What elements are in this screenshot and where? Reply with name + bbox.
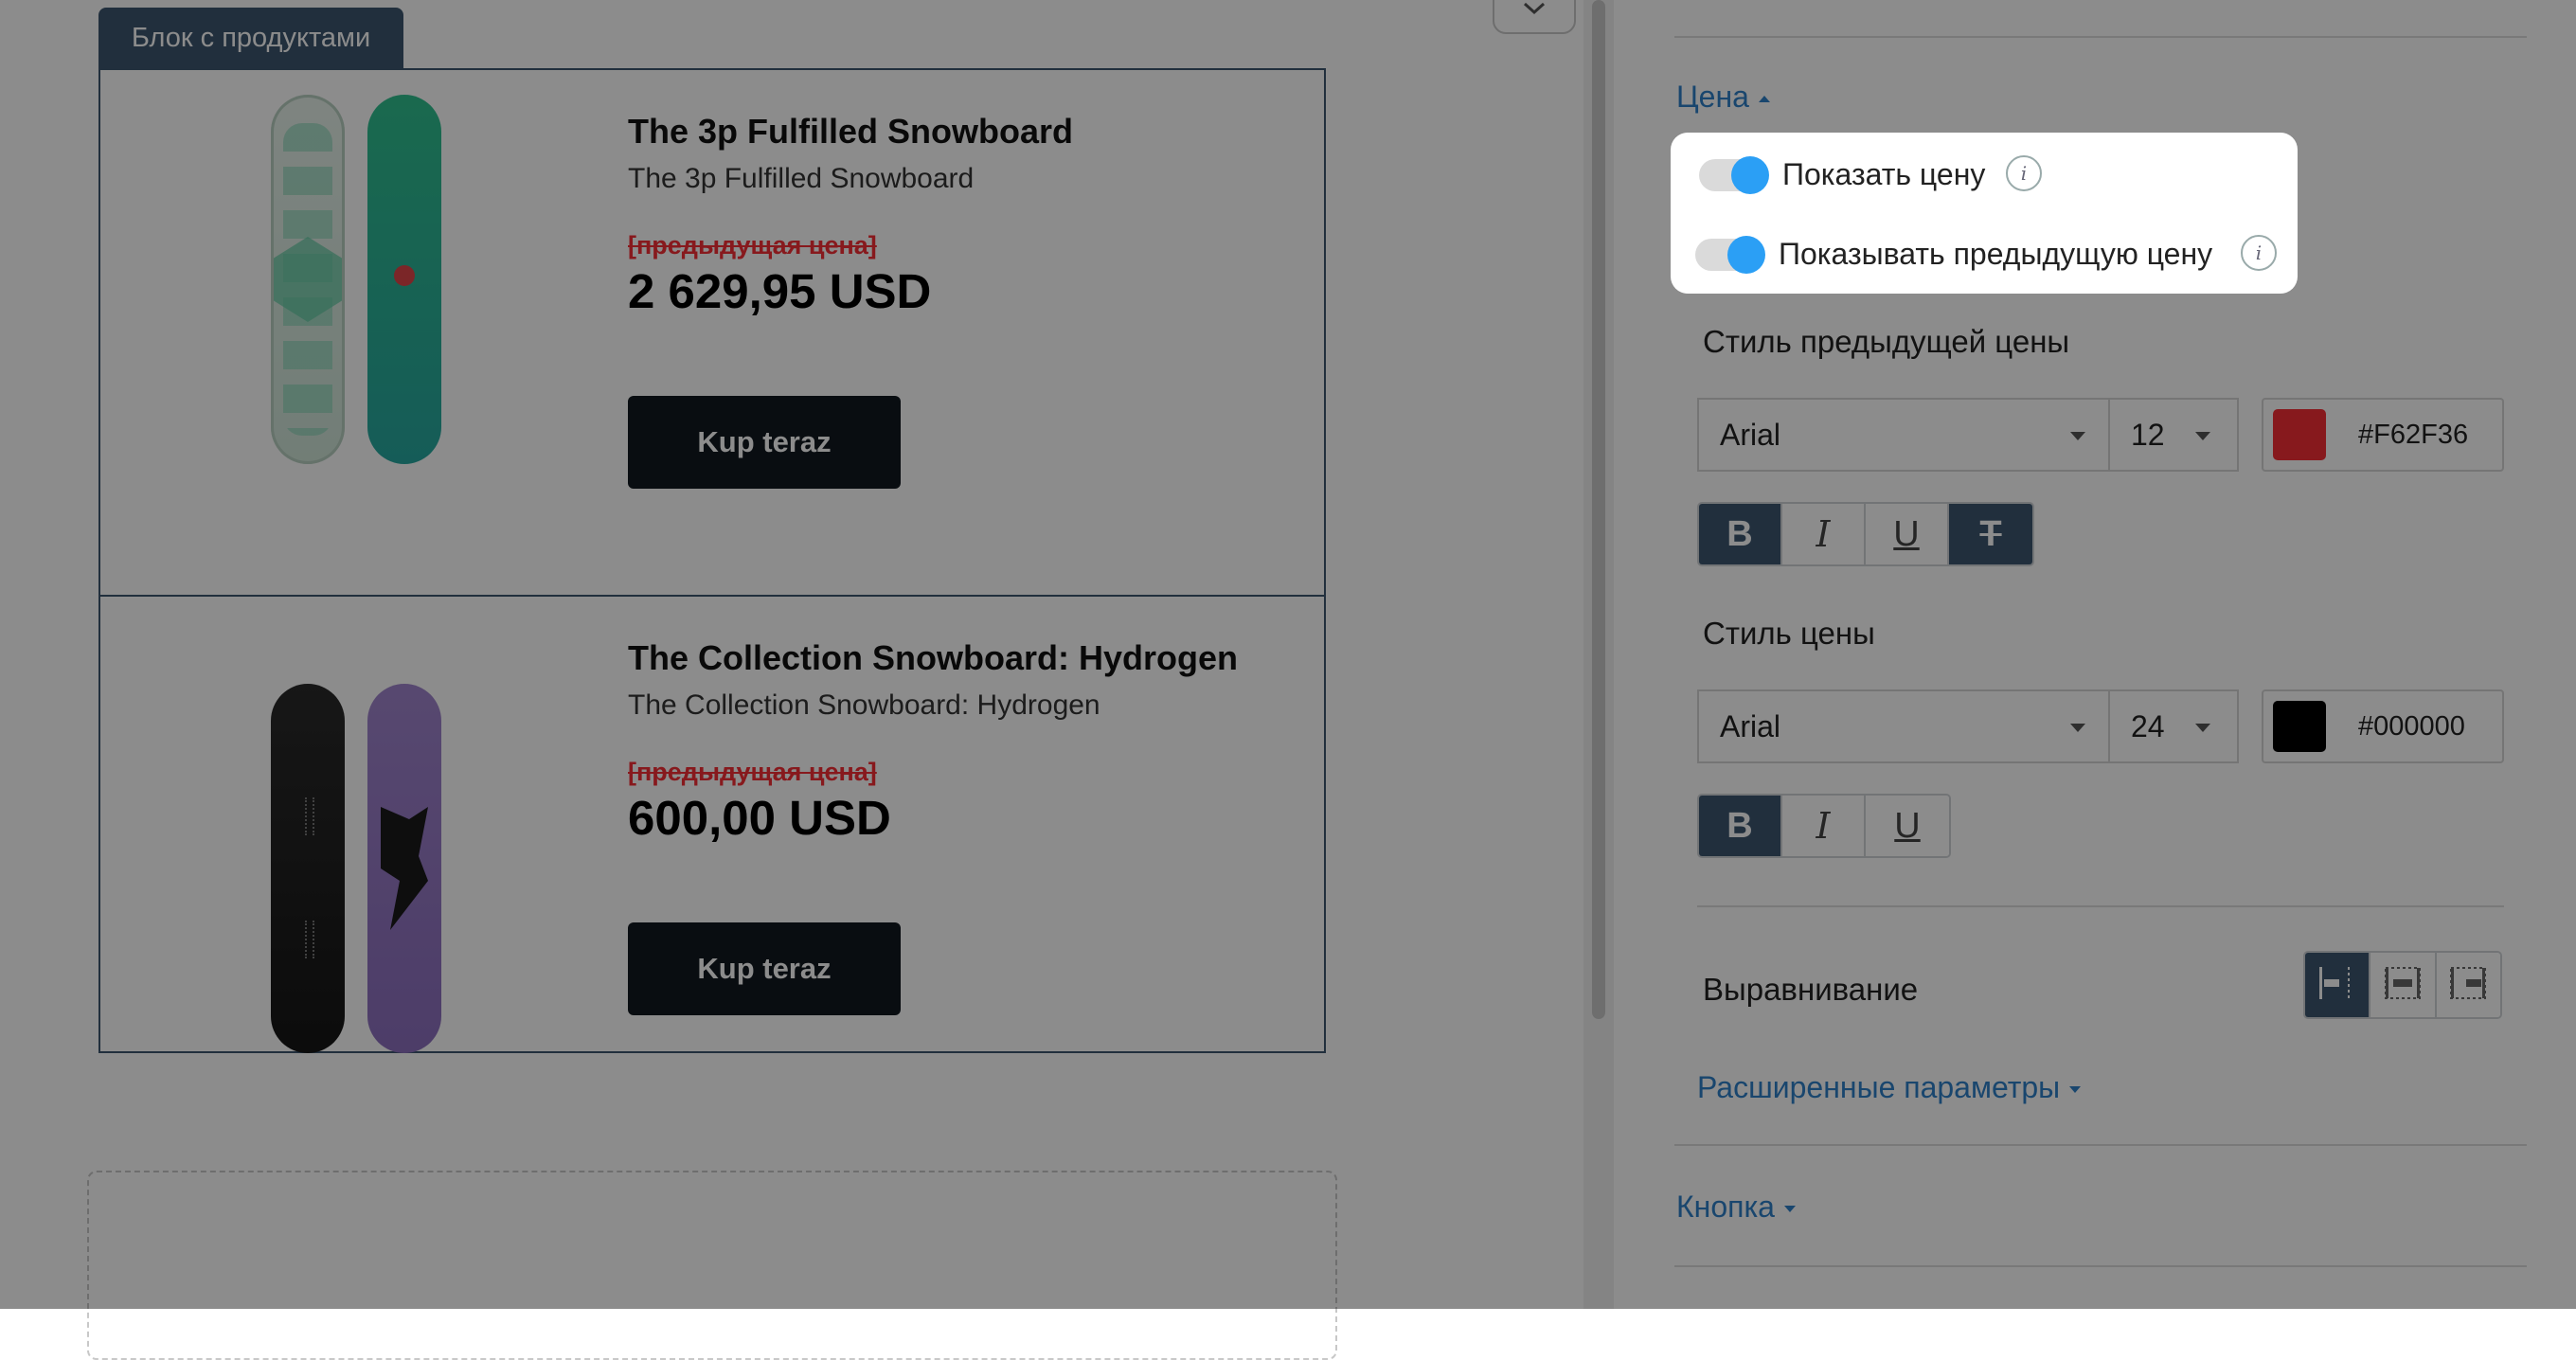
caret-down-icon (2069, 1086, 2082, 1094)
align-left-icon (2317, 964, 2358, 1007)
divider (1674, 1265, 2527, 1267)
product-card: The Collection Snowboard: Hydrogen The C… (100, 595, 1324, 1053)
align-center-icon (2382, 964, 2424, 1007)
align-right-icon (2447, 964, 2489, 1007)
italic-button[interactable]: I (1782, 796, 1866, 856)
divider (1674, 1144, 2527, 1146)
old-price-font-select[interactable]: Arial (1697, 398, 2112, 472)
italic-icon: I (1816, 805, 1831, 847)
empty-drop-zone[interactable] (87, 1171, 1337, 1360)
snowboard-back-image (367, 684, 441, 1053)
product-price: 600,00 USD (628, 791, 891, 845)
highlighted-toggles-panel: Показать цену i Показывать предыдущую це… (1671, 133, 2298, 294)
advanced-settings-link[interactable]: Расширенные параметры (1697, 1070, 2082, 1105)
show-price-toggle[interactable] (1699, 156, 1769, 194)
alignment-button-group (2303, 951, 2502, 1019)
block-tab[interactable]: Блок с продуктами (98, 8, 403, 68)
italic-button[interactable]: I (1782, 504, 1866, 564)
align-left-button[interactable] (2305, 953, 2371, 1017)
bold-icon: B (1726, 513, 1753, 554)
align-center-button[interactable] (2370, 953, 2437, 1017)
color-hex-value: #F62F36 (2358, 420, 2469, 450)
bold-button[interactable]: B (1699, 796, 1782, 856)
dropdown-arrow-icon (2070, 432, 2085, 440)
price-format-group: B I U (1697, 794, 1951, 858)
product-title: The 3p Fulfilled Snowboard (628, 112, 1074, 151)
price-font-select[interactable]: Arial (1697, 689, 2112, 763)
underline-button[interactable]: U (1866, 796, 1949, 856)
product-subtitle: The 3p Fulfilled Snowboard (628, 163, 975, 194)
old-price-style-label: Стиль предыдущей цены (1703, 324, 2070, 359)
divider (1674, 36, 2527, 38)
old-price-size-select[interactable]: 12 (2108, 398, 2239, 472)
underline-button[interactable]: U (1866, 504, 1949, 564)
divider (1697, 905, 2504, 907)
snowboard-back-image (367, 95, 441, 464)
buy-now-button[interactable]: Kup teraz (628, 922, 901, 1015)
price-style-label: Стиль цены (1703, 616, 1875, 651)
alignment-label: Выравнивание (1703, 972, 1919, 1007)
product-card: The 3p Fulfilled Snowboard The 3p Fulfil… (100, 70, 1324, 595)
snowboard-front-image (271, 95, 345, 464)
chevron-down-icon (1523, 2, 1546, 20)
product-old-price: [предыдущая цена] (628, 231, 877, 259)
caret-down-icon (1783, 1206, 1796, 1213)
color-swatch (2273, 409, 2326, 460)
toggle-knob (1731, 156, 1769, 194)
product-subtitle: The Collection Snowboard: Hydrogen (628, 689, 1100, 721)
dropdown-arrow-icon (2070, 724, 2085, 732)
info-icon[interactable]: i (2006, 155, 2042, 191)
caret-up-icon (1758, 96, 1770, 103)
toggle-knob (1727, 236, 1765, 274)
email-canvas: Блок с продуктами The 3p Fulfilled Snowb… (0, 0, 1583, 1360)
underline-icon: U (1894, 805, 1921, 846)
price-section-toggle[interactable]: Цена (1676, 80, 1770, 115)
strikethrough-icon: T (1979, 513, 2002, 554)
snowboard-front-image (271, 684, 345, 1053)
product-price: 2 629,95 USD (628, 264, 932, 318)
info-icon[interactable]: i (2241, 235, 2277, 271)
old-price-format-group: B I U T (1697, 502, 2034, 566)
price-color-picker[interactable]: #000000 (2262, 689, 2504, 763)
strikethrough-button[interactable]: T (1949, 504, 2032, 564)
color-swatch (2273, 701, 2326, 752)
show-old-price-toggle[interactable] (1695, 236, 1765, 274)
bold-icon: B (1726, 805, 1753, 846)
product-old-price: [предыдущая цена] (628, 758, 877, 786)
old-price-color-picker[interactable]: #F62F36 (2262, 398, 2504, 472)
collapse-button[interactable] (1493, 0, 1576, 34)
price-size-select[interactable]: 24 (2108, 689, 2239, 763)
button-section-toggle[interactable]: Кнопка (1676, 1190, 1796, 1225)
underline-icon: U (1893, 513, 1920, 554)
dropdown-arrow-icon (2195, 724, 2210, 732)
italic-icon: I (1816, 513, 1831, 555)
show-old-price-label: Показывать предыдущую цену (1779, 237, 2213, 271)
color-hex-value: #000000 (2358, 711, 2465, 742)
align-right-button[interactable] (2436, 953, 2500, 1017)
bold-button[interactable]: B (1699, 504, 1782, 564)
show-price-label: Показать цену (1782, 157, 1986, 191)
dropdown-arrow-icon (2195, 432, 2210, 440)
product-block[interactable]: The 3p Fulfilled Snowboard The 3p Fulfil… (98, 68, 1326, 1053)
product-title: The Collection Snowboard: Hydrogen (628, 638, 1239, 677)
canvas-scrollbar-thumb[interactable] (1592, 0, 1605, 1019)
buy-now-button[interactable]: Kup teraz (628, 396, 901, 489)
